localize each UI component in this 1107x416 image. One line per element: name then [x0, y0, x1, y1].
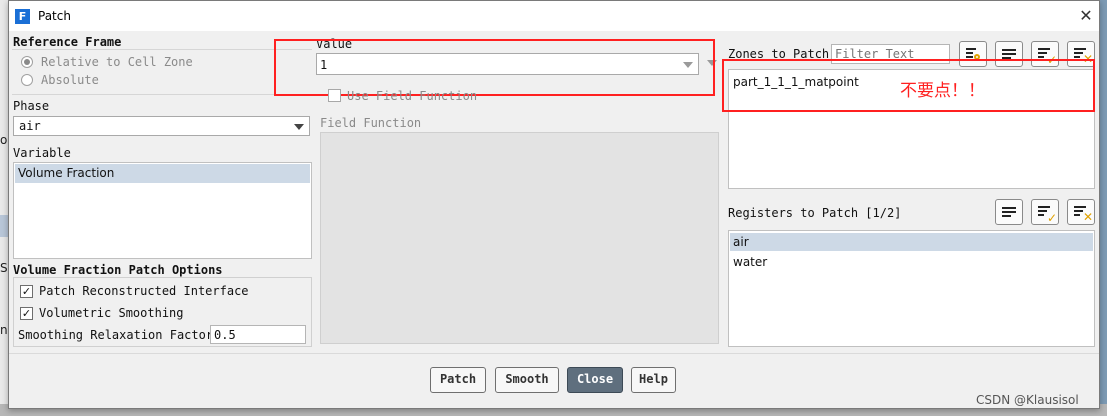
- list-item[interactable]: water: [733, 255, 767, 269]
- use-field-function-checkbox[interactable]: [328, 89, 341, 102]
- reference-frame-heading: Reference Frame: [13, 35, 122, 49]
- csdn-watermark: CSDN @Klausisol: [976, 393, 1079, 407]
- radio-absolute[interactable]: [21, 74, 33, 86]
- smoothing-factor-value: 0.5: [214, 328, 236, 342]
- field-function-list: [320, 132, 719, 344]
- phase-dropdown-value: air: [19, 119, 41, 133]
- chevron-down-icon: [294, 124, 304, 130]
- phase-dropdown[interactable]: air: [13, 116, 310, 136]
- close-button[interactable]: Close: [567, 367, 623, 393]
- phase-label: Phase: [13, 99, 50, 113]
- list-clear-icon: ✕: [1068, 200, 1094, 224]
- registers-deselect-button[interactable]: ✕: [1067, 199, 1095, 225]
- radio-relative-to-cell-zone[interactable]: [21, 56, 33, 68]
- registers-label: Registers to Patch [1/2]: [728, 206, 902, 220]
- radio-relative-label: Relative to Cell Zone: [41, 55, 193, 69]
- registers-select-all-button[interactable]: [995, 199, 1023, 225]
- annotation-do-not-click: 不要点！！: [900, 81, 985, 101]
- list-check-icon: ✓: [1032, 200, 1058, 225]
- patch-button[interactable]: Patch: [430, 367, 486, 393]
- list-icon: [996, 200, 1022, 224]
- variable-label: Variable: [13, 146, 71, 160]
- background-text-fragment: S: [0, 261, 8, 275]
- registers-list: air water: [728, 230, 1095, 347]
- list-item[interactable]: air: [730, 233, 1093, 251]
- fluent-app-icon: F: [15, 9, 30, 24]
- smoothing-factor-input[interactable]: 0.5: [210, 325, 306, 344]
- smooth-button[interactable]: Smooth: [495, 367, 559, 393]
- close-window-icon[interactable]: ✕: [1075, 5, 1097, 27]
- variable-list: Volume Fraction: [13, 162, 312, 259]
- vf-options-heading: Volume Fraction Patch Options: [13, 263, 223, 277]
- registers-select-checked-button[interactable]: ✓: [1031, 199, 1059, 225]
- register-item-label: air: [733, 235, 749, 249]
- button-bar-divider: [9, 353, 1099, 354]
- background-window-right: [1099, 0, 1107, 416]
- variable-item-label: Volume Fraction: [18, 166, 115, 180]
- use-field-function-label: Use Field Function: [347, 89, 478, 103]
- list-item[interactable]: Volume Fraction: [15, 164, 310, 183]
- smoothing-factor-label: Smoothing Relaxation Factor: [18, 328, 214, 342]
- window-title: Patch: [38, 9, 71, 23]
- patch-reconstructed-label: Patch Reconstructed Interface: [39, 284, 249, 298]
- red-highlight-value: [274, 39, 715, 96]
- patch-reconstructed-checkbox[interactable]: ✓: [20, 285, 33, 298]
- field-function-label: Field Function: [320, 116, 422, 130]
- patch-dialog: F Patch ✕ Reference Frame Relative to Ce…: [8, 0, 1100, 409]
- volumetric-smoothing-label: Volumetric Smoothing: [39, 306, 184, 320]
- radio-absolute-label: Absolute: [41, 73, 99, 87]
- help-button[interactable]: Help: [631, 367, 676, 393]
- volumetric-smoothing-checkbox[interactable]: ✓: [20, 307, 33, 320]
- title-bar: F Patch ✕: [9, 1, 1099, 32]
